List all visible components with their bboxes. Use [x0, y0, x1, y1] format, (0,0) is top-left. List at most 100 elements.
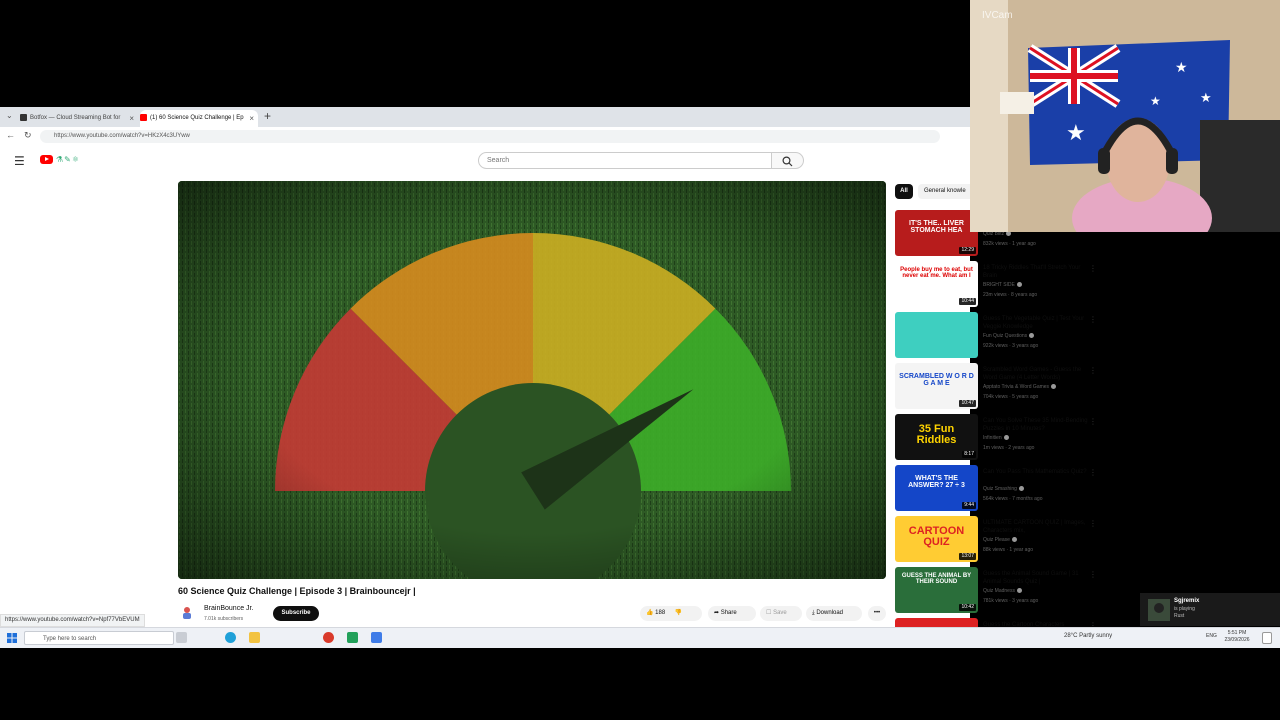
more-options-icon[interactable]: ⋮	[1089, 417, 1097, 426]
video-thumbnail[interactable]: CARTOON QUIZ 13:07	[895, 516, 978, 562]
sign	[1000, 92, 1034, 114]
svg-text:★: ★	[1150, 94, 1161, 108]
more-actions-button[interactable]: •••	[868, 606, 886, 621]
recommended-video-title[interactable]: 18 Tricky Riddles That'll Stretch Your B…	[983, 264, 1089, 280]
thumbnail-text: WHAT'S THE ANSWER? 27 ÷ 3	[908, 475, 965, 489]
menu-icon[interactable]: ☰	[14, 154, 25, 168]
close-tab-icon[interactable]: ×	[249, 110, 254, 127]
more-options-icon[interactable]: ⋮	[1089, 570, 1097, 579]
youtube-page: ☰ ⚗✎⚛ Search 60 Science Quiz Challenge |…	[0, 146, 1097, 627]
recommended-channel-name: BRIGHT SIDE	[983, 282, 1015, 288]
recommended-channel[interactable]: Fun Quiz Questions	[983, 333, 1035, 339]
download-label: Download	[816, 610, 844, 616]
recommended-meta: 832k views · 1 year ago	[983, 241, 1036, 247]
verified-icon	[1016, 282, 1022, 288]
windows-taskbar: Type here to search 28°C Partly sunny EN…	[0, 627, 1280, 648]
taskbar-search-input[interactable]: Type here to search	[24, 631, 174, 645]
more-options-icon[interactable]: ⋮	[1089, 366, 1097, 375]
clock-time: 5:51 PM	[1227, 630, 1247, 636]
video-thumbnail[interactable]: SCRAMBLED W O R D G A M E 10:47	[895, 363, 978, 409]
save-button[interactable]: ☐ Save	[760, 606, 802, 621]
close-tab-icon[interactable]: ×	[129, 110, 134, 127]
svg-text:★: ★	[1066, 121, 1086, 146]
thumbnail-text: GUESS THE ANIMAL BY THEIR SOUND	[901, 573, 972, 585]
recommended-video[interactable]: SCRAMBLED W O R D G A M E 10:47 Scrambled …	[895, 363, 1105, 411]
back-arrow-icon[interactable]: ←	[6, 130, 15, 140]
like-button[interactable]: 👍 188	[646, 610, 665, 616]
recommended-video-title[interactable]: Guess The Vegetable Quiz | Test Your Veg…	[983, 315, 1089, 331]
thumbnail-text: People buy me to eat, but never eat me. …	[900, 267, 973, 279]
popup-status: is playing	[1174, 606, 1195, 612]
video-thumbnail[interactable]: People buy me to eat, but never eat me. …	[895, 261, 978, 307]
recommended-video[interactable]: GUESS THE CARTOON CHARACTERGuess the Car…	[895, 618, 1105, 627]
clock-date: 23/09/2026	[1224, 637, 1250, 643]
more-options-icon[interactable]: ⋮	[1089, 519, 1097, 528]
notification-icon[interactable]	[1262, 632, 1272, 644]
more-options-icon[interactable]: ⋮	[1089, 264, 1097, 273]
dislike-button[interactable]: 👎	[675, 610, 682, 616]
app-blue-icon[interactable]	[371, 632, 382, 643]
language-indicator[interactable]: ENG	[1206, 633, 1217, 639]
recommended-video[interactable]: 35 Fun Riddles 8:17 Can You Solve These 35…	[895, 414, 1105, 462]
download-button[interactable]: ⤓ Download	[806, 606, 862, 621]
recommended-channel[interactable]: Quiz Madness	[983, 588, 1022, 594]
recommended-video[interactable]: GUESS THE ANIMAL BY THEIR SOUND 10:42 Gues…	[895, 567, 1105, 615]
weather-widget[interactable]: 28°C Partly sunny	[1064, 633, 1112, 639]
recommended-channel[interactable]: Quiz Please	[983, 537, 1017, 543]
channel-avatar[interactable]	[180, 606, 194, 620]
recommended-channel[interactable]: Apptato Trivia & Word Games	[983, 384, 1057, 390]
video-duration: 13:07	[959, 553, 976, 560]
recommended-channel[interactable]: BRIGHT SIDE	[983, 282, 1022, 288]
recommended-video[interactable]: People buy me to eat, but never eat me. …	[895, 261, 1105, 309]
search-input[interactable]: Search	[478, 152, 772, 169]
thumbnail-text: CARTOON QUIZ	[908, 525, 965, 548]
video-thumbnail[interactable]: GUESS THE ANIMAL BY THEIR SOUND 10:42	[895, 567, 978, 613]
chip-general-knowledge[interactable]: General knowle	[918, 184, 978, 199]
system-clock[interactable]: 5:51 PM 23/09/2026	[1222, 630, 1252, 644]
video-thumbnail[interactable]: IT'S THE.. LIVER STOMACH HEA 12:29	[895, 210, 978, 256]
edge-browser-icon[interactable]	[225, 632, 236, 643]
url-field[interactable]: https://www.youtube.com/watch?v=HKzX4c3U…	[40, 130, 940, 143]
tab-search-icon[interactable]: ⌄	[6, 111, 13, 120]
recommended-video[interactable]: WHAT'S THE ANSWER? 27 ÷ 3 9:44 Can You Pas…	[895, 465, 1105, 513]
search-button[interactable]	[772, 152, 804, 169]
video-thumbnail[interactable]: 35 Fun Riddles 8:17	[895, 414, 978, 460]
video-thumbnail[interactable]	[895, 312, 978, 358]
recommended-video-title[interactable]: ULTIMATE CARTOON QUIZ | Images, Characte…	[983, 519, 1089, 535]
verified-icon	[1003, 435, 1009, 441]
chrome-icon[interactable]	[323, 632, 334, 643]
video-duration: 10:44	[959, 298, 976, 305]
recommended-video-title[interactable]: Scrambled Word Games - Guess the Word Ga…	[983, 366, 1089, 382]
browser-tab-botfox[interactable]: Botfox — Cloud Streaming Bot for ×	[20, 110, 138, 127]
recommended-channel[interactable]: Infinitien	[983, 435, 1009, 441]
video-thumbnail[interactable]: WHAT'S THE ANSWER? 27 ÷ 3 9:44	[895, 465, 978, 511]
svg-text:★: ★	[1175, 60, 1188, 76]
reload-icon[interactable]: ↻	[24, 130, 32, 141]
subscribe-button[interactable]: Subscribe	[273, 606, 319, 621]
more-options-icon[interactable]: ⋮	[1089, 315, 1097, 324]
video-player[interactable]	[178, 181, 886, 579]
youtube-logo-icon[interactable]	[40, 155, 53, 164]
video-thumbnail[interactable]: GUESS THE CARTOON CHARACTER	[895, 618, 978, 627]
chip-all[interactable]: All	[895, 184, 913, 199]
share-button[interactable]: ➦ Share	[708, 606, 756, 621]
recommended-video-title[interactable]: Can You Solve These 35 Mind-Bending Puzz…	[983, 417, 1089, 433]
recommended-channel[interactable]: Quiz Smashing	[983, 486, 1024, 492]
more-options-icon[interactable]: ⋮	[1089, 468, 1097, 477]
channel-name[interactable]: BrainBounce Jr.	[204, 605, 253, 612]
recommended-video-title[interactable]: Guess the Animal Sound Game | 31 Animal …	[983, 570, 1089, 586]
recommended-video[interactable]: Guess The Vegetable Quiz | Test Your Veg…	[895, 312, 1105, 360]
app-green-icon[interactable]	[347, 632, 358, 643]
browser-tab-youtube[interactable]: (1) 60 Science Quiz Challenge | Ep ×	[140, 110, 258, 127]
task-view-icon[interactable]	[176, 632, 187, 643]
file-explorer-icon[interactable]	[249, 632, 260, 643]
video-duration: 12:29	[959, 247, 976, 254]
recommended-video[interactable]: CARTOON QUIZ 13:07 ULTIMATE CARTOON QUIZ |…	[895, 516, 1105, 564]
browser-tab-bar: ⌄ Botfox — Cloud Streaming Bot for × (1)…	[0, 107, 970, 127]
new-tab-button[interactable]: +	[264, 109, 271, 123]
stream-alert-popup	[1140, 593, 1280, 626]
windows-start-icon[interactable]	[7, 633, 17, 643]
recommended-video-title[interactable]: Can You Pass This Mathematics Quiz?	[983, 468, 1089, 476]
thumbs-down-icon: 👎	[674, 610, 683, 616]
like-count: 188	[655, 610, 666, 616]
